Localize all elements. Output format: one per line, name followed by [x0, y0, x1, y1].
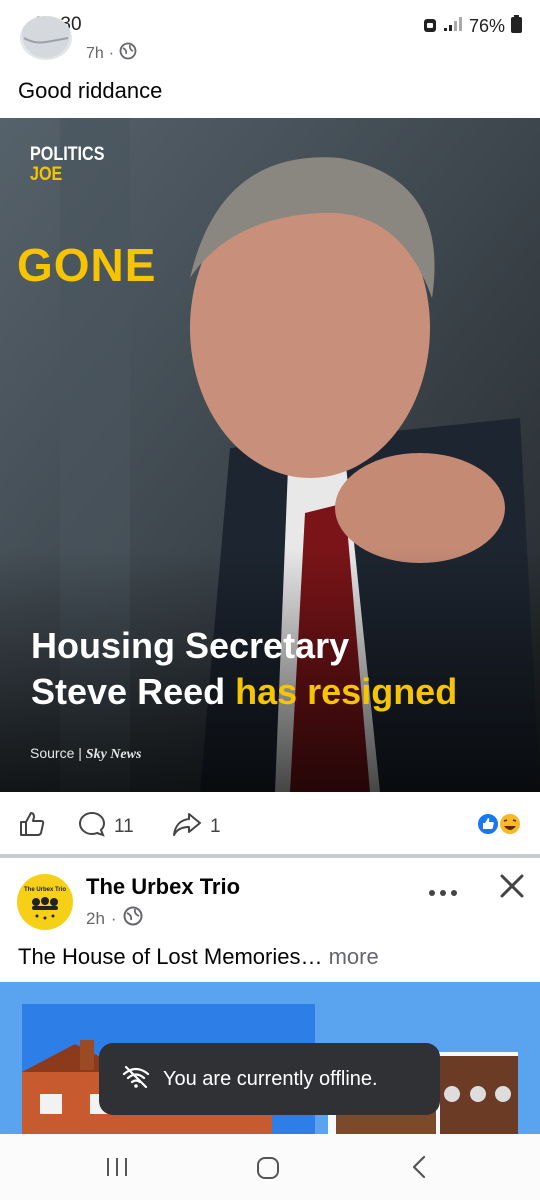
recents-icon [107, 1158, 127, 1176]
reactions-summary[interactable] [475, 811, 525, 842]
haha-reaction-icon [498, 812, 522, 836]
post-caption: Good riddance [18, 78, 163, 103]
like-button[interactable] [18, 810, 46, 844]
headline-line-2: Steve Reed has resigned [31, 671, 458, 712]
recent-apps-button[interactable] [105, 1156, 129, 1183]
page-avatar[interactable]: The Urbex Trio [17, 874, 73, 930]
more-dots-icon [429, 890, 457, 896]
comment-count: 11 [114, 816, 134, 837]
hide-post-button[interactable] [498, 872, 526, 905]
close-icon [500, 874, 524, 898]
globe-icon [123, 906, 143, 931]
post-meta: 7h · [86, 42, 137, 65]
thumbs-up-icon [18, 810, 46, 844]
like-reaction-icon [476, 812, 500, 836]
post-time: 7h [86, 44, 104, 62]
see-more-link[interactable]: more [322, 944, 379, 969]
share-icon [172, 810, 202, 844]
gone-stamp: GONE [17, 239, 157, 291]
system-nav-bar [0, 1134, 540, 1200]
more-options-button[interactable] [428, 876, 458, 904]
post-caption-2: The House of Lost Memories… more [18, 944, 379, 969]
avatar-figures [32, 897, 58, 920]
home-button[interactable] [256, 1156, 280, 1185]
post-action-bar: 11 1 [0, 792, 540, 854]
offline-message: You are currently offline. [163, 1067, 378, 1090]
post-image[interactable]: POLITICS JOE GONE Housing Secretary Stev… [0, 118, 540, 792]
headline-line-1: Housing Secretary [31, 625, 350, 666]
comment-button[interactable]: 11 [78, 810, 134, 844]
offline-toast: You are currently offline. [99, 1043, 440, 1115]
avatar[interactable] [20, 16, 72, 60]
post-meta-2: 2h · [86, 906, 143, 931]
share-button[interactable]: 1 [172, 810, 221, 844]
post-header-2: The Urbex Trio The Urbex Trio 2h · [0, 858, 540, 938]
brand-line-2: JOE [30, 164, 63, 185]
globe-icon [119, 42, 137, 65]
wifi-off-icon [121, 1065, 151, 1094]
home-icon [257, 1157, 279, 1179]
post-header: 7h · [0, 16, 540, 70]
brand-logo: POLITICS JOE [30, 145, 118, 185]
back-button[interactable] [410, 1154, 428, 1185]
image-source: Source | Sky News [30, 745, 142, 762]
page-name[interactable]: The Urbex Trio [86, 874, 240, 900]
post-time-2: 2h [86, 908, 105, 928]
back-icon [412, 1155, 426, 1179]
brand-line-1: POLITICS [30, 144, 105, 165]
share-count: 1 [210, 816, 221, 837]
comment-icon [78, 810, 106, 844]
image-headline: Housing Secretary Steve Reed has resigne… [31, 623, 457, 715]
